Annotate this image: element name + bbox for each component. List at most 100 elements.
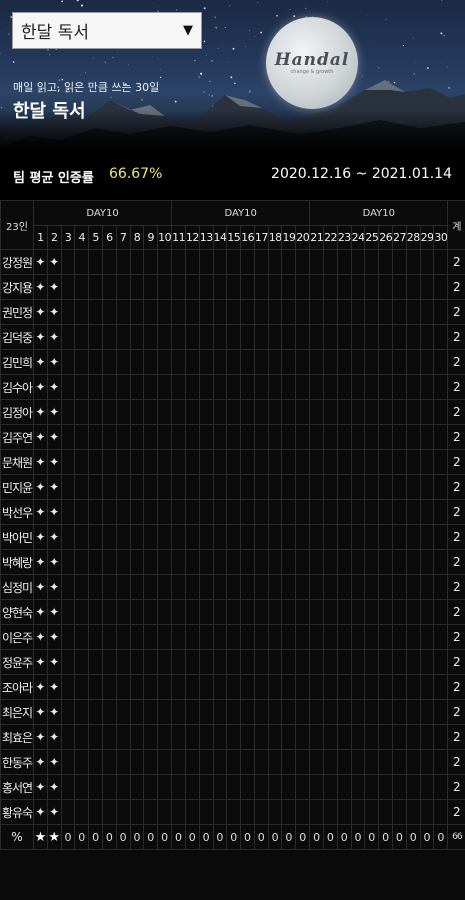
empty-cell	[115, 249, 131, 275]
empty-cell	[336, 699, 352, 725]
member-row: 김정아 ✦ ✦ 2	[0, 399, 465, 425]
empty-cell	[364, 474, 380, 500]
empty-cell	[350, 274, 366, 300]
empty-cell	[378, 374, 393, 400]
day-percent: 0	[364, 824, 380, 850]
member-name[interactable]: 김덕중	[0, 324, 34, 350]
empty-cell	[60, 624, 76, 650]
member-name[interactable]: 황유숙	[0, 799, 34, 825]
check-mark-icon: ✦	[33, 274, 48, 300]
empty-cell	[392, 724, 407, 750]
member-name[interactable]: 민지윤	[0, 474, 34, 500]
member-name[interactable]: 홍서연	[0, 774, 34, 800]
empty-cell	[267, 274, 283, 300]
empty-cell	[392, 449, 407, 475]
team-rate-value: 66.67%	[109, 166, 163, 182]
empty-cell	[171, 574, 186, 600]
empty-cell	[143, 724, 159, 750]
member-name[interactable]: 김정아	[0, 399, 34, 425]
member-name[interactable]: 박선우	[0, 499, 34, 525]
check-mark-icon: ✦	[46, 499, 62, 525]
empty-cell	[309, 499, 325, 525]
empty-cell	[240, 699, 255, 725]
day-percent: 0	[212, 824, 228, 850]
empty-cell	[226, 324, 242, 350]
empty-cell	[336, 749, 352, 775]
empty-cell	[212, 624, 228, 650]
member-name[interactable]: 최효은	[0, 724, 34, 750]
program-select[interactable]: 한달 독서 ▼	[12, 12, 202, 49]
empty-cell	[101, 349, 117, 375]
empty-cell	[171, 449, 186, 475]
check-mark-icon: ✦	[33, 699, 48, 725]
member-name[interactable]: 김수아	[0, 374, 34, 400]
member-name[interactable]: 양현숙	[0, 599, 34, 625]
member-name[interactable]: 문채원	[0, 449, 34, 475]
empty-cell	[60, 799, 76, 825]
day-number: 17	[253, 225, 269, 250]
empty-cell	[60, 549, 76, 575]
check-mark-icon: ✦	[46, 524, 62, 550]
check-mark-icon: ✦	[33, 349, 48, 375]
empty-cell	[267, 424, 283, 450]
member-name[interactable]: 한동주	[0, 749, 34, 775]
empty-cell	[240, 624, 255, 650]
member-name[interactable]: 박아민	[0, 524, 34, 550]
member-name[interactable]: 권민정	[0, 299, 34, 325]
empty-cell	[405, 374, 421, 400]
attendance-table: 23인 DAY10 DAY10 DAY10 계 1 2 3 4 5 6 7 8 9 10 11 12 13 14…	[0, 200, 465, 850]
empty-cell	[74, 374, 90, 400]
empty-cell	[171, 749, 186, 775]
empty-cell	[419, 799, 435, 825]
empty-cell	[364, 524, 380, 550]
day-number: 30	[433, 225, 449, 250]
empty-cell	[115, 399, 131, 425]
member-name[interactable]: 박혜랑	[0, 549, 34, 575]
member-name[interactable]: 조아라	[0, 674, 34, 700]
empty-cell	[281, 274, 297, 300]
empty-cell	[323, 524, 338, 550]
empty-cell	[323, 324, 338, 350]
member-total: 2	[447, 799, 465, 825]
member-name[interactable]: 정윤주	[0, 649, 34, 675]
logo-tagline: change & growth	[290, 68, 334, 75]
empty-cell	[336, 724, 352, 750]
member-name[interactable]: 최은지	[0, 699, 34, 725]
empty-cell	[240, 249, 255, 275]
empty-cell	[253, 799, 269, 825]
empty-cell	[433, 349, 449, 375]
empty-cell	[323, 374, 338, 400]
empty-cell	[405, 449, 421, 475]
member-name[interactable]: 이은주	[0, 624, 34, 650]
empty-cell	[281, 474, 297, 500]
member-row: 김덕중 ✦ ✦ 2	[0, 324, 465, 350]
check-mark-icon: ✦	[33, 749, 48, 775]
empty-cell	[226, 274, 242, 300]
member-name[interactable]: 김주연	[0, 424, 34, 450]
empty-cell	[74, 499, 90, 525]
star-icon: ★	[46, 824, 62, 850]
day-percent: 0	[74, 824, 90, 850]
member-name[interactable]: 심정미	[0, 574, 34, 600]
empty-cell	[433, 574, 449, 600]
empty-cell	[336, 449, 352, 475]
member-row: 조아라 ✦ ✦ 2	[0, 674, 465, 700]
member-name[interactable]: 김민희	[0, 349, 34, 375]
day-number: 21	[309, 225, 325, 250]
empty-cell	[101, 424, 117, 450]
empty-cell	[392, 799, 407, 825]
empty-cell	[336, 524, 352, 550]
empty-cell	[240, 674, 255, 700]
empty-cell	[350, 674, 366, 700]
check-mark-icon: ✦	[33, 624, 48, 650]
empty-cell	[143, 274, 159, 300]
empty-cell	[212, 274, 228, 300]
empty-cell	[281, 249, 297, 275]
empty-cell	[88, 249, 103, 275]
empty-cell	[101, 449, 117, 475]
member-total: 2	[447, 274, 465, 300]
member-name[interactable]: 강정원	[0, 249, 34, 275]
member-name[interactable]: 강지용	[0, 274, 34, 300]
empty-cell	[253, 374, 269, 400]
empty-cell	[226, 374, 242, 400]
